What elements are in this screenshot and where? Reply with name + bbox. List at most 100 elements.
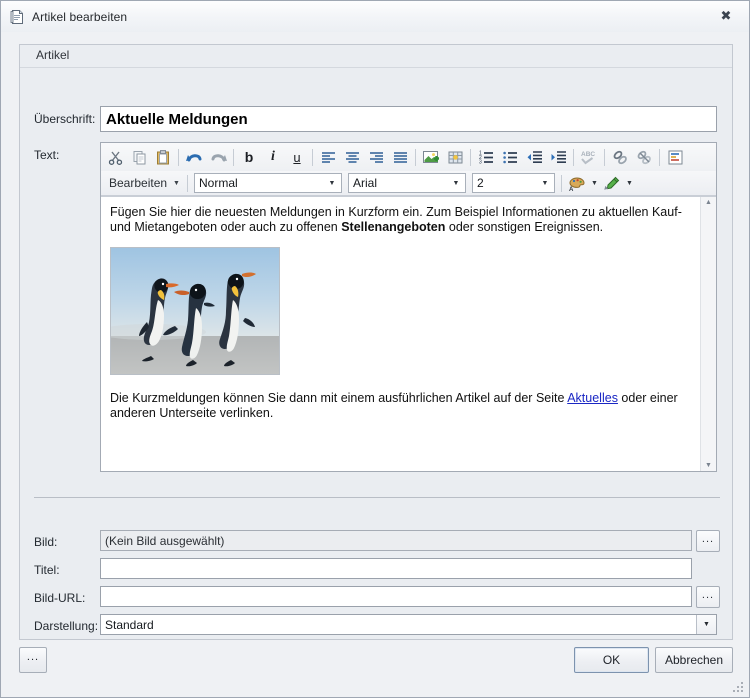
svg-text:ABC: ABC bbox=[581, 151, 595, 158]
paragraph-1: Fügen Sie hier die neuesten Meldungen in… bbox=[110, 205, 690, 235]
dialog-window: Artikel bearbeiten ✖ Artikel Überschrift… bbox=[0, 0, 750, 698]
groupbox-divider bbox=[20, 67, 732, 68]
outdent-icon[interactable] bbox=[522, 145, 546, 169]
aktuelles-link[interactable]: Aktuelles bbox=[567, 391, 618, 405]
rich-text-editor: b i u 1 2 3 ABC Bearbeiten ▼ Normal ▼ Ar… bbox=[100, 142, 717, 472]
editor-document[interactable]: Fügen Sie hier die neuesten Meldungen in… bbox=[101, 197, 700, 471]
close-button[interactable]: ✖ bbox=[709, 6, 743, 26]
insert-table-icon[interactable] bbox=[443, 145, 467, 169]
scroll-down-icon[interactable]: ▼ bbox=[705, 462, 712, 469]
svg-text:A: A bbox=[569, 187, 574, 192]
align-left-icon[interactable] bbox=[316, 145, 340, 169]
cancel-button[interactable]: Abbrechen bbox=[655, 647, 733, 673]
ok-button[interactable]: OK bbox=[574, 647, 649, 673]
toolbar-separator bbox=[604, 148, 605, 166]
edit-menu-label: Bearbeiten bbox=[109, 176, 168, 190]
svg-text:3: 3 bbox=[479, 159, 482, 165]
bild-url-input[interactable] bbox=[100, 586, 692, 607]
bold-icon[interactable]: b bbox=[237, 145, 261, 169]
font-size-value: 2 bbox=[476, 176, 484, 190]
darstellung-value: Standard bbox=[105, 617, 154, 632]
font-family-value: Arial bbox=[352, 176, 377, 190]
toolbar-separator bbox=[470, 148, 471, 166]
cut-icon[interactable] bbox=[103, 145, 127, 169]
editor-toolbar-row-1: b i u 1 2 3 ABC bbox=[101, 143, 716, 171]
paragraph-1-bold: Stellenangeboten bbox=[341, 220, 446, 234]
headline-label: Überschrift: bbox=[34, 112, 96, 126]
source-view-icon[interactable] bbox=[663, 145, 687, 169]
bild-browse-button[interactable]: ... bbox=[696, 530, 720, 552]
close-icon: ✖ bbox=[720, 8, 732, 24]
toolbar-separator bbox=[415, 148, 416, 166]
unordered-list-icon[interactable] bbox=[498, 145, 522, 169]
edit-menu-button[interactable]: Bearbeiten ▼ bbox=[103, 173, 184, 194]
spellcheck-icon[interactable]: ABC bbox=[577, 145, 601, 169]
bild-label: Bild: bbox=[34, 535, 58, 549]
text-color-dropdown[interactable]: ▼ bbox=[589, 171, 600, 195]
text-label: Text: bbox=[34, 148, 60, 162]
scrollbar-track[interactable] bbox=[701, 206, 716, 462]
indent-icon[interactable] bbox=[546, 145, 570, 169]
headline-input[interactable]: Aktuelle Meldungen bbox=[100, 106, 717, 132]
chevron-down-icon: ▼ bbox=[328, 179, 336, 187]
paragraph-style-value: Normal bbox=[198, 176, 238, 190]
copy-icon[interactable] bbox=[127, 145, 151, 169]
insert-link-icon[interactable] bbox=[608, 145, 632, 169]
paste-icon[interactable] bbox=[151, 145, 175, 169]
editor-content-area[interactable]: Fügen Sie hier die neuesten Meldungen in… bbox=[101, 196, 716, 471]
chevron-down-icon: ▼ bbox=[591, 179, 598, 187]
resize-grip[interactable] bbox=[733, 682, 745, 694]
chevron-down-icon: ▼ bbox=[626, 179, 633, 187]
darstellung-label: Darstellung: bbox=[34, 619, 99, 633]
text-color-icon[interactable]: A bbox=[565, 171, 589, 195]
darstellung-select[interactable]: Standard ▼ bbox=[100, 614, 717, 635]
chevron-down-icon: ▼ bbox=[173, 179, 180, 187]
editor-toolbar-row-2: Bearbeiten ▼ Normal ▼ Arial ▼ 2 ▼ A ▼ ▼ bbox=[101, 171, 716, 196]
insert-image-icon[interactable] bbox=[419, 145, 443, 169]
toolbar-separator bbox=[312, 148, 313, 166]
highlight-pen-icon[interactable] bbox=[600, 171, 624, 195]
align-justify-icon[interactable] bbox=[388, 145, 412, 169]
dialog-footer: ... OK Abbrechen bbox=[1, 635, 749, 697]
scroll-up-icon[interactable]: ▲ bbox=[705, 199, 712, 206]
title-bar: Artikel bearbeiten ✖ bbox=[1, 1, 749, 32]
ordered-list-icon[interactable]: 1 2 3 bbox=[474, 145, 498, 169]
underline-icon[interactable]: u bbox=[285, 145, 309, 169]
paragraph-2-text-a: Die Kurzmeldungen können Sie dann mit ei… bbox=[110, 391, 568, 405]
chevron-down-icon: ▼ bbox=[541, 179, 549, 187]
options-button[interactable]: ... bbox=[19, 647, 47, 673]
align-right-icon[interactable] bbox=[364, 145, 388, 169]
undo-icon[interactable] bbox=[182, 145, 206, 169]
toolbar-separator bbox=[560, 174, 562, 192]
toolbar-separator bbox=[186, 174, 188, 192]
titel-input[interactable] bbox=[100, 558, 692, 579]
penguins-photo[interactable] bbox=[110, 247, 280, 375]
window-title: Artikel bearbeiten bbox=[32, 9, 128, 24]
italic-icon[interactable]: i bbox=[261, 145, 285, 169]
dialog-body: Artikel Überschrift: Aktuelle Meldungen … bbox=[1, 32, 749, 697]
paragraph-style-select[interactable]: Normal ▼ bbox=[193, 173, 342, 193]
font-family-select[interactable]: Arial ▼ bbox=[347, 173, 466, 193]
paragraph-2: Die Kurzmeldungen können Sie dann mit ei… bbox=[110, 391, 690, 421]
align-center-icon[interactable] bbox=[340, 145, 364, 169]
chevron-down-icon[interactable]: ▼ bbox=[696, 615, 716, 634]
paragraph-1-text-b: oder sonstigen Ereignissen. bbox=[445, 220, 604, 234]
section-divider bbox=[34, 497, 720, 498]
toolbar-separator bbox=[233, 148, 234, 166]
titel-label: Titel: bbox=[34, 563, 60, 577]
editor-scrollbar[interactable]: ▲ ▼ bbox=[700, 197, 716, 471]
redo-icon[interactable] bbox=[206, 145, 230, 169]
article-groupbox: Artikel Überschrift: Aktuelle Meldungen … bbox=[19, 44, 733, 640]
toolbar-separator bbox=[178, 148, 179, 166]
remove-link-icon[interactable] bbox=[632, 145, 656, 169]
document-icon bbox=[9, 9, 25, 25]
bild-url-label: Bild-URL: bbox=[34, 591, 86, 605]
toolbar-separator bbox=[659, 148, 660, 166]
groupbox-label: Artikel bbox=[36, 48, 70, 62]
highlight-dropdown[interactable]: ▼ bbox=[624, 171, 635, 195]
bild-field[interactable]: (Kein Bild ausgewählt) bbox=[100, 530, 692, 551]
font-size-select[interactable]: 2 ▼ bbox=[471, 173, 555, 193]
bild-url-browse-button[interactable]: ... bbox=[696, 586, 720, 608]
chevron-down-icon: ▼ bbox=[452, 179, 460, 187]
toolbar-separator bbox=[573, 148, 574, 166]
